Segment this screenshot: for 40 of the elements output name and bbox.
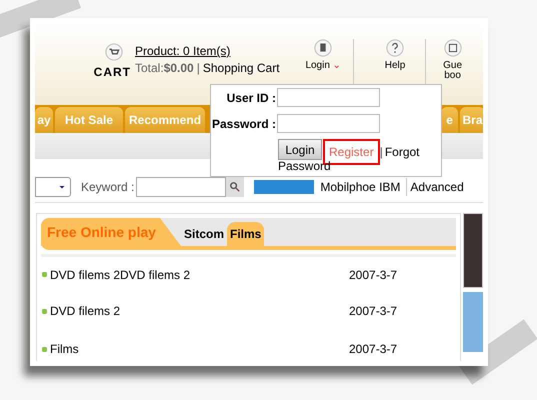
tool-link[interactable]: Help	[384, 61, 406, 71]
row-title-link[interactable]: DVD filems 2	[50, 302, 349, 320]
keyword-field[interactable]	[136, 176, 226, 196]
input-field[interactable]	[277, 114, 380, 133]
separator-text: |	[380, 144, 383, 161]
shopping-cart-link[interactable]: Shopping Cart	[202, 61, 280, 75]
hot-keyword-link[interactable]: Mobilphoe IBM	[320, 178, 400, 196]
total-label: Total:	[135, 61, 164, 75]
row-date: 2007-3-7	[349, 341, 398, 358]
panel-tab[interactable]: Films	[227, 222, 264, 246]
hot-keywords-badge	[254, 180, 314, 194]
help-icon	[386, 39, 404, 57]
search-icon	[228, 180, 242, 194]
login-button[interactable]: Login	[278, 139, 322, 160]
keyword-label: Keyword :	[81, 178, 134, 196]
total-value: $0.00	[164, 61, 194, 75]
row-date: 2007-3-7	[349, 303, 398, 320]
input-field[interactable]	[277, 88, 380, 107]
tool-link[interactable]: Gue boo	[443, 61, 462, 81]
clipboard-icon	[314, 39, 332, 57]
tool-link[interactable]: Login ⌄	[305, 61, 341, 71]
forgot-link[interactable]: Forgot	[384, 143, 420, 161]
separator-text: |	[196, 61, 200, 75]
bullet-icon	[41, 308, 48, 314]
photo-placeholder	[463, 292, 483, 352]
bullet-icon	[41, 271, 48, 278]
panel-title: Free Online play	[41, 218, 181, 246]
row-title-link[interactable]: DVD filems 2DVD filems 2	[50, 266, 349, 284]
bullet-icon	[41, 346, 48, 352]
notepad-icon	[444, 39, 462, 57]
row-title-link[interactable]: Films	[50, 340, 349, 358]
field-label: Password :	[211, 116, 277, 132]
cart-label: CART	[94, 64, 131, 81]
field-label: User ID :	[226, 90, 277, 106]
panel-tab[interactable]: Sitcom	[181, 222, 228, 246]
row-date: 2007-3-7	[349, 266, 398, 284]
product-link[interactable]: Product: 0 Item(s)	[135, 43, 280, 60]
cart-icon	[105, 43, 123, 61]
category-dropdown[interactable]	[35, 176, 71, 196]
search-button[interactable]	[226, 176, 244, 196]
